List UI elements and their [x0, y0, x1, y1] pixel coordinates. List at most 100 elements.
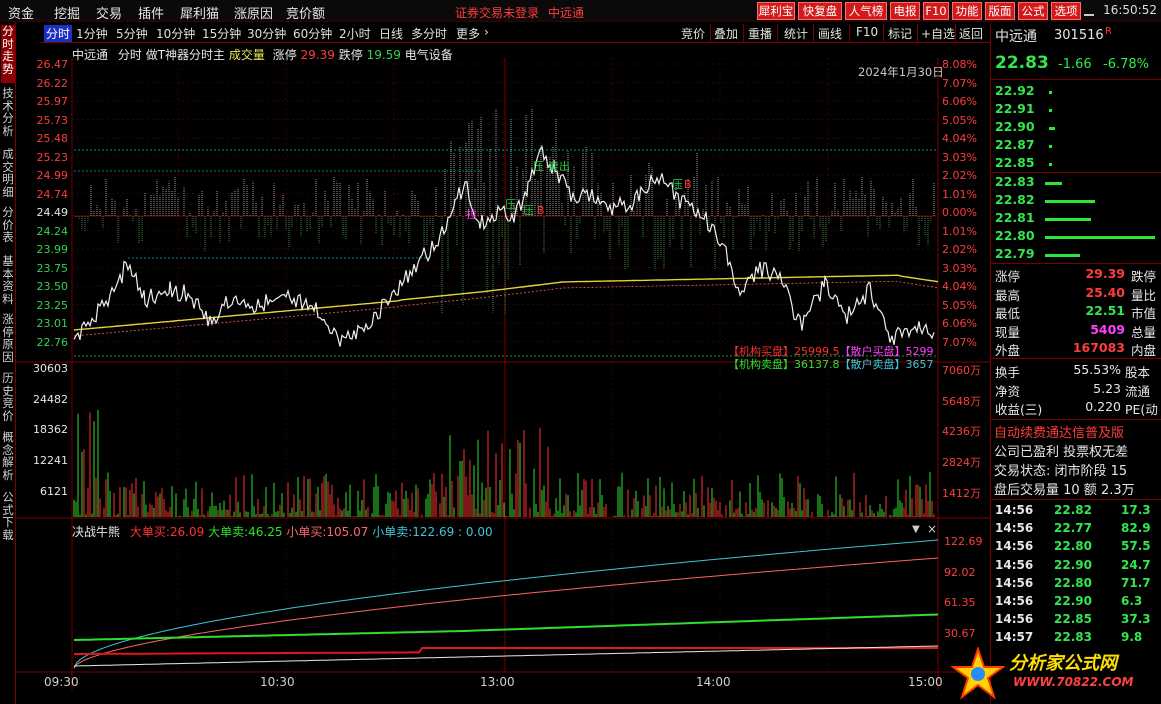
time-0930: 09:30 [44, 675, 79, 689]
tick-time: 14:56 [995, 575, 1034, 590]
stat2-value: 0.220 [1085, 399, 1121, 414]
bid-price: 22.82 [995, 192, 1035, 207]
site-logo: 分析家公式网 WWW.70822.COM [951, 643, 1159, 703]
stat2-label2: PE(动 [1125, 402, 1158, 417]
ask-volume-bar [1049, 145, 1053, 148]
small-buy-value: 105.07 [326, 525, 369, 539]
stat-value: 29.39 [1085, 266, 1125, 281]
stat-row: 涨停 29.39 跌停 [991, 266, 1161, 284]
tick-row: 14:56 22.90 6.3 [991, 594, 1161, 612]
tick-time: 14:56 [995, 557, 1034, 572]
tick-time: 14:56 [995, 594, 1034, 608]
big-buy-label: 大单买: [129, 525, 170, 539]
ask-volume-bar [1049, 109, 1052, 112]
note-line: 自动续费通达信普及版 [994, 426, 1125, 440]
signal-mark: 压 [533, 160, 544, 173]
note-line: 交易状态: 闭市阶段 15 [994, 464, 1128, 478]
tick-price: 22.80 [1054, 539, 1092, 554]
stat2-label: 换手 [995, 365, 1021, 380]
tick-time: 14:56 [995, 539, 1034, 554]
xuanxiang-button[interactable]: 选项 [1051, 2, 1081, 20]
ask-volume-bar [1049, 127, 1055, 130]
tick-row: 14:56 22.77 82.9 [991, 521, 1161, 539]
big-buy-value: 26.09 [169, 525, 205, 539]
stat-value: 22.51 [1085, 303, 1125, 318]
tick-volume: 37.3 [1121, 612, 1151, 627]
stat2-value: 5.23 [1093, 380, 1121, 396]
tick-volume: 71.7 [1121, 575, 1151, 590]
small-sell-label: 小单卖: [372, 525, 413, 539]
time-1500: 15:00 [908, 675, 943, 689]
ask-row: 22.87 [991, 137, 1161, 155]
tick-price: 22.77 [1054, 521, 1092, 536]
stat-label2: 总量 [1131, 324, 1157, 340]
stat-row: 最高 25.40 量比 [991, 285, 1161, 303]
stat-row: 现量 5409 总量 [991, 322, 1161, 340]
bid-volume-bar [1045, 254, 1081, 257]
stat2-label2: 股本 [1125, 365, 1151, 380]
stat-value: 5409 [1090, 321, 1125, 337]
ask-price: 22.90 [995, 119, 1035, 134]
time-1400: 14:00 [696, 675, 731, 689]
small-buy-label: 小单买: [286, 525, 327, 539]
bid-price: 22.83 [995, 174, 1035, 189]
stat-label: 涨停 [995, 269, 1021, 284]
tick-time: 14:56 [995, 521, 1034, 536]
quote-panel: 中远通 301516 R 22.83 -1.66 -6.78% 22.92 22.… [951, 23, 1161, 704]
signal-mark: 压 [672, 178, 683, 191]
minimize-icon[interactable] [1084, 6, 1094, 16]
stat-label2: 市值 [1131, 306, 1157, 321]
tick-row: 14:56 22.80 71.7 [991, 576, 1161, 594]
stat2-row: 收益(三) 0.220 PE(动 [991, 399, 1161, 417]
quote-change: -1.66 [1058, 57, 1092, 72]
volume-bars [73, 409, 935, 517]
bid-price: 22.81 [995, 210, 1035, 225]
flow-title: 决战牛熊 [72, 525, 121, 539]
note-line: 盘后交易量 10 额 2.3万 [994, 483, 1135, 497]
note-line: 公司已盈利 投票权无差 [994, 445, 1129, 459]
ask-price: 22.87 [995, 137, 1035, 152]
stat-label2: 量比 [1131, 287, 1157, 303]
tick-time: 14:56 [995, 612, 1034, 627]
tick-volume: 82.9 [1121, 521, 1151, 536]
stat-label: 现量 [995, 324, 1021, 340]
bid-row: 22.81 [991, 210, 1161, 228]
tick-price: 22.80 [1054, 575, 1092, 590]
logo-url: WWW.70822.COM [1013, 675, 1134, 689]
tick-price: 22.90 [1054, 557, 1092, 572]
signal-mark: 卖出 [548, 159, 570, 173]
signal-mark: B [684, 178, 692, 191]
retail-sell-label: 【散户卖盘】 [839, 358, 906, 371]
stat-value: 25.40 [1085, 284, 1125, 300]
ask-price: 22.92 [995, 83, 1035, 98]
retail-sell-value: 3657 [905, 358, 934, 371]
bid-volume-bar [1045, 182, 1062, 185]
tick-volume: 6.3 [1121, 594, 1143, 608]
bid-volume-bar [1045, 218, 1092, 221]
stat2-value: 55.53% [1073, 362, 1121, 377]
ask-row: 22.91 [991, 101, 1161, 119]
dropdown-icon[interactable]: ▼ [912, 524, 920, 535]
stat2-row: 换手 55.53% 股本 [991, 362, 1161, 380]
stat-row: 外盘 167083 内盘 [991, 340, 1161, 358]
stat-label2: 跌停 [1131, 269, 1157, 284]
stat-label2: 内盘 [1131, 343, 1157, 358]
close-icon[interactable]: × [927, 522, 937, 536]
bid-row: 22.79 [991, 246, 1161, 264]
ask-price: 22.85 [995, 155, 1035, 170]
gongshi-button[interactable]: 公式 [1018, 2, 1048, 20]
tick-volume: 24.7 [1121, 557, 1151, 572]
stat-label: 最高 [995, 287, 1021, 303]
big-sell-label: 大单卖: [208, 525, 249, 539]
tick-row: 14:56 22.82 17.3 [991, 503, 1161, 521]
small-sell-value: 122.69 : 0.00 [412, 525, 493, 539]
stat2-row: 净资 5.23 流通 [991, 381, 1161, 399]
bid-price: 22.80 [995, 228, 1035, 243]
bid-row: 22.83 [991, 174, 1161, 192]
tick-price: 22.82 [1054, 503, 1092, 517]
institution-sell-label: 【机构卖盘】 [728, 358, 794, 371]
clock: 16:50:52 [1103, 3, 1157, 17]
tick-price: 22.90 [1054, 594, 1092, 608]
time-1030: 10:30 [260, 675, 295, 689]
tick-price: 22.85 [1054, 612, 1092, 627]
